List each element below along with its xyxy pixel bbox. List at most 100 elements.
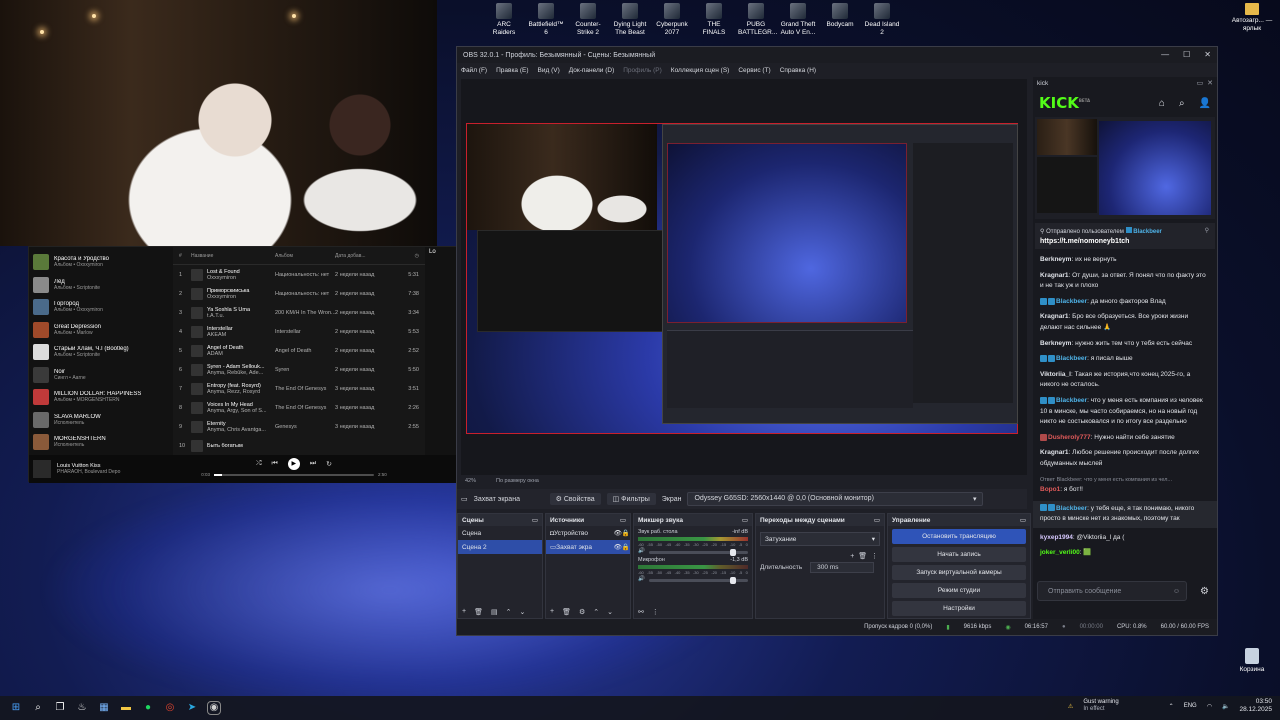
zoom-mode[interactable]: По размеру окна	[496, 478, 539, 484]
more-icon[interactable]: ⋮	[871, 553, 878, 560]
menu-item[interactable]: Файл (F)	[461, 67, 487, 74]
library-item[interactable]: Старый Хлам, Ч.I (Bootleg) Альбом • Scrip…	[33, 341, 165, 364]
close-icon[interactable]: ✕	[1207, 80, 1213, 87]
chat-username[interactable]: Kragnar1	[1040, 272, 1069, 279]
library-item[interactable]: Горгород Альбом • Oxxxymiron	[33, 296, 165, 319]
table-row[interactable]: 4 Interstellar AKEAM Interstellar 2 недели н…	[173, 322, 425, 341]
speaker-icon[interactable]: 🔊	[638, 548, 645, 554]
shuffle-icon[interactable]: ⤮	[256, 460, 262, 468]
store-icon[interactable]: ⌂	[1159, 98, 1165, 109]
library-item[interactable]: MORGENSHTERN Исполнитель	[33, 431, 165, 454]
link-icon[interactable]: ⚯	[638, 608, 644, 616]
dock-menu-icon[interactable]: ▭	[1020, 516, 1026, 524]
recycle-bin[interactable]: Корзина	[1232, 648, 1272, 673]
menu-item[interactable]: Профиль (P)	[623, 67, 662, 74]
tray-chevron-icon[interactable]: ⌃	[1169, 703, 1174, 710]
menu-item[interactable]: Справка (H)	[780, 67, 816, 74]
dock-menu-icon[interactable]: ▭	[532, 516, 538, 524]
chat-username[interactable]: Viktoriia_l	[1040, 371, 1071, 378]
duration-input[interactable]: 300 ms	[810, 562, 875, 573]
desktop-shortcut[interactable]: Bodycam	[822, 2, 858, 37]
chat-username[interactable]: Blackbeer	[1056, 298, 1087, 305]
desktop-shortcut[interactable]: Cyberpunk 2077	[654, 2, 690, 37]
telegram-icon[interactable]: ➤	[186, 702, 198, 714]
menu-item[interactable]: Док-панели (D)	[569, 67, 614, 74]
volume-slider[interactable]	[648, 549, 748, 556]
chat-username[interactable]: Blackbeer	[1056, 355, 1087, 362]
emoji-icon[interactable]: ☺	[1173, 588, 1180, 595]
preview-canvas[interactable]	[466, 123, 1018, 434]
settings-icon[interactable]: ⚙	[579, 608, 585, 616]
table-row[interactable]: 2 Приморскииська Oxxxymiron Национальность:…	[173, 284, 425, 303]
table-row[interactable]: 5 Angel of Death ADAM Angel of Death 2 недел…	[173, 341, 425, 360]
up-icon[interactable]: ⌃	[593, 608, 599, 616]
lang-indicator[interactable]: ENG	[1184, 703, 1197, 709]
properties-button[interactable]: ⚙ Свойства	[549, 493, 601, 505]
table-row[interactable]: 8 Voices In My Head Anyma, Argy, Son of S.…	[173, 398, 425, 417]
dock-menu-icon[interactable]: ▭	[742, 516, 748, 524]
progress-slider[interactable]	[214, 473, 374, 476]
clock[interactable]: 03:50 28.12.2025	[1239, 698, 1272, 714]
search-icon[interactable]: ⌕	[1179, 98, 1185, 109]
control-button[interactable]: Остановить трансляцию	[892, 529, 1026, 544]
search-icon[interactable]: ⌕	[32, 702, 44, 714]
up-icon[interactable]: ⌃	[506, 608, 512, 616]
visibility-icon[interactable]: 👁	[614, 529, 622, 537]
trash-icon[interactable]: 🗑	[562, 608, 571, 616]
chat-username[interactable]: Bopo1	[1040, 486, 1060, 493]
chat-username[interactable]: Berkneym	[1040, 256, 1071, 263]
speaker-icon[interactable]: 🔊	[638, 576, 645, 582]
desktop-shortcut[interactable]: Dying Light The Beast	[612, 2, 648, 37]
chat-username[interactable]: Berkneym	[1040, 340, 1071, 347]
table-row[interactable]: 1 Lost & Found Oxxxymiron Национальность: н…	[173, 265, 425, 284]
chat-username[interactable]: kyxep1994	[1040, 534, 1073, 541]
add-icon[interactable]: +	[550, 608, 554, 616]
menu-item[interactable]: Вид (V)	[538, 67, 560, 74]
library-item[interactable]: MILLION DOLLAR: HAPPINESS Альбом • MORGEN…	[33, 386, 165, 409]
steam-icon[interactable]: ♨	[76, 702, 88, 714]
lock-icon[interactable]: 🔒	[622, 543, 630, 551]
trash-icon[interactable]: 🗑	[474, 608, 483, 616]
add-icon[interactable]: +	[850, 553, 854, 560]
wifi-icon[interactable]: ◠	[1207, 703, 1212, 710]
control-button[interactable]: Начать запись	[892, 547, 1026, 562]
library-item[interactable]: Great Depression Альбом • Marlow	[33, 319, 165, 342]
library-item[interactable]: SLAVA MARLOW Исполнитель	[33, 409, 165, 432]
library-item[interactable]: Noir Сингл • Aarne	[33, 364, 165, 387]
desktop-shortcut[interactable]: Grand Theft Auto V En...	[780, 2, 816, 37]
dock-menu-icon[interactable]: ▭	[620, 516, 626, 524]
desktop-shortcut[interactable]: Dead Island 2	[864, 2, 900, 37]
scene-item[interactable]: Сцена	[458, 526, 542, 540]
pin-icon-toggle[interactable]: ⚲	[1205, 227, 1209, 234]
repeat-icon[interactable]: ↻	[326, 460, 332, 468]
pinned-link[interactable]: https://t.me/nomoneyb1tch	[1040, 238, 1210, 245]
chat-username[interactable]: Kragnar1	[1040, 449, 1069, 456]
dock-menu-icon[interactable]: ▭	[874, 516, 880, 524]
minimize-button[interactable]: —	[1161, 50, 1169, 59]
chrome-icon[interactable]: ◎	[164, 702, 176, 714]
desktop-shortcut[interactable]: Battlefield™ 6	[528, 2, 564, 37]
down-icon[interactable]: ⌄	[519, 608, 525, 616]
play-button[interactable]: ▶	[287, 458, 300, 470]
chat-username[interactable]: Blackbeer	[1056, 505, 1087, 512]
menu-item[interactable]: Сервис (T)	[738, 67, 770, 74]
reply-reference[interactable]: Ответ Blackbeer: что у меня есть компани…	[1040, 475, 1210, 486]
chat-username[interactable]: Kragnar1	[1040, 313, 1069, 320]
table-row[interactable]: 3 Ya Soshla S Uma t.A.T.u. 200 KM/H In The …	[173, 303, 425, 322]
table-row[interactable]: 9 Eternity Anyma, Chris Avantga... Genesys 3…	[173, 417, 425, 436]
store-icon[interactable]: ▦	[98, 702, 110, 714]
spotify-icon[interactable]: ●	[142, 702, 154, 714]
filters-button[interactable]: ◫ Фильтры	[606, 493, 656, 505]
desktop-shortcut[interactable]: ARC Raiders	[486, 2, 522, 37]
chat-settings-icon[interactable]: ⚙	[1200, 586, 1209, 597]
add-icon[interactable]: +	[462, 608, 466, 616]
table-row[interactable]: 7 Entropy (feat. Rosyrd) Anyma, Rezz, Rosy…	[173, 379, 425, 398]
visibility-icon[interactable]: 👁	[614, 543, 622, 551]
obs-preview[interactable]	[461, 79, 1027, 475]
scene-item[interactable]: Сцена 2	[458, 540, 542, 554]
next-icon[interactable]: ⏭	[310, 460, 316, 468]
library-item[interactable]: Лёд Альбом • Scriptonite	[33, 274, 165, 297]
source-item[interactable]: ◘ Устройство 👁 🔒	[546, 526, 630, 540]
chat-username[interactable]: Dusheroly777	[1048, 434, 1091, 441]
file-explorer-icon[interactable]: ▬	[120, 702, 132, 714]
